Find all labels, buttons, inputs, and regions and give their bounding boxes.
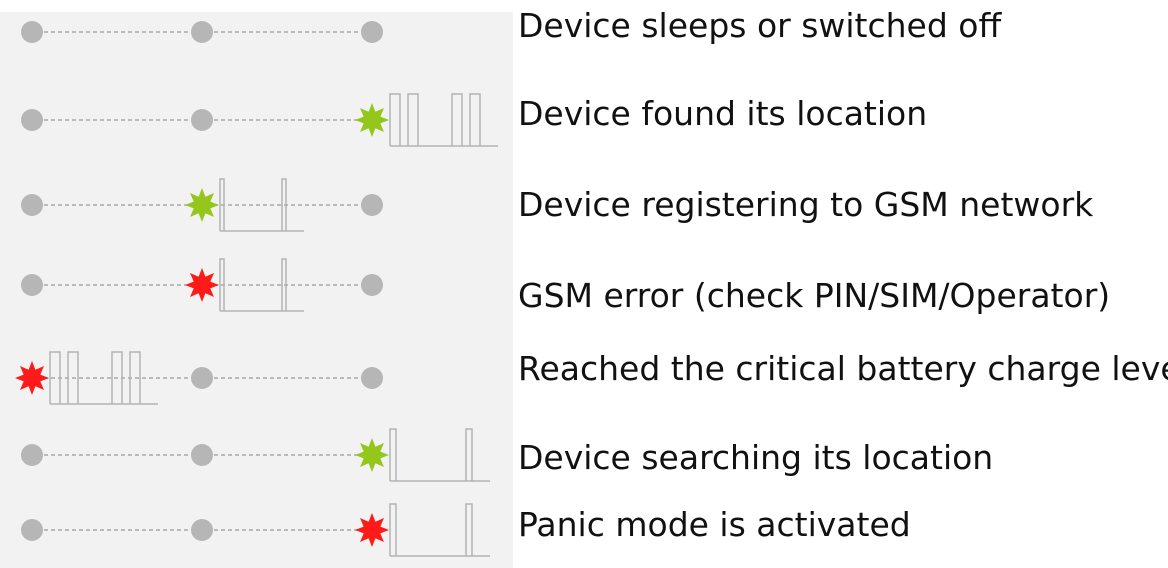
- led-off-indicator: [191, 367, 213, 389]
- led-green-blink-indicator: [185, 188, 219, 222]
- led-diagram: [15, 21, 498, 557]
- led-red-blink-indicator: [15, 361, 49, 395]
- led-off-indicator: [21, 21, 43, 43]
- row-label-sleep: Device sleeps or switched off: [518, 6, 1002, 45]
- led-green-blink-indicator: [355, 438, 389, 472]
- led-off-indicator: [21, 519, 43, 541]
- led-red-blink-indicator: [185, 268, 219, 302]
- led-off-indicator: [21, 109, 43, 131]
- blink-pattern-waveform: [389, 93, 498, 147]
- led-off-indicator: [361, 194, 383, 216]
- led-off-indicator: [21, 194, 43, 216]
- led-off-indicator: [191, 519, 213, 541]
- led-off-indicator: [191, 444, 213, 466]
- blink-pattern-waveform: [389, 503, 490, 557]
- row-label-location-searching: Device searching its location: [518, 438, 994, 477]
- led-off-indicator: [361, 367, 383, 389]
- row-label-panic: Panic mode is activated: [518, 505, 911, 544]
- led-off-indicator: [21, 274, 43, 296]
- row-label-gsm-registering: Device registering to GSM network: [518, 185, 1094, 224]
- led-red-blink-indicator: [355, 513, 389, 547]
- led-off-indicator: [191, 21, 213, 43]
- blink-pattern-waveform: [389, 428, 490, 482]
- row-label-battery-critical: Reached the critical battery charge leve…: [518, 349, 1168, 388]
- led-green-blink-indicator: [355, 103, 389, 137]
- led-off-indicator: [361, 274, 383, 296]
- row-label-location-found: Device found its location: [518, 94, 928, 133]
- led-off-indicator: [21, 444, 43, 466]
- led-off-indicator: [191, 109, 213, 131]
- led-off-indicator: [361, 21, 383, 43]
- row-label-gsm-error: GSM error (check PIN/SIM/Operator): [518, 276, 1111, 315]
